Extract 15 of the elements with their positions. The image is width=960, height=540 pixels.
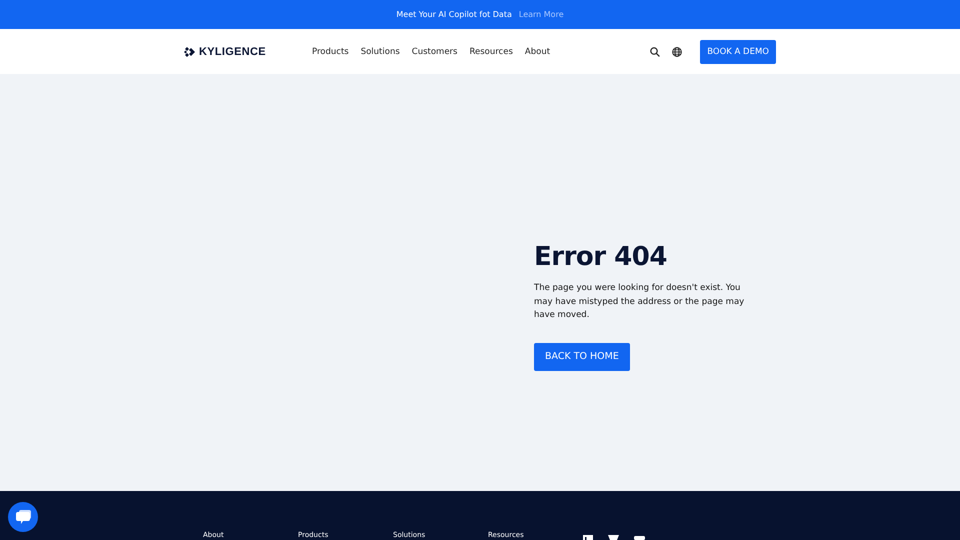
globe-icon[interactable] [672, 46, 682, 56]
search-icon[interactable] [650, 46, 660, 56]
logo-text[interactable]: KYLIGENCE [199, 46, 266, 58]
back-home-button[interactable]: BACK TO HOME [534, 342, 630, 370]
error-message: The page you were looking for doesn't exist. You may have mistyped the address or the page may have moved. [534, 282, 746, 322]
nav-link[interactable]: Resources [469, 46, 513, 56]
nav-link[interactable]: Customers [412, 46, 458, 56]
logo-icon [184, 46, 196, 56]
error-title: Error 404 [534, 242, 668, 272]
book-demo-button[interactable]: BOOK A DEMO [700, 40, 776, 64]
nav-link[interactable]: Products [312, 46, 349, 56]
announcement-text: Meet Your AI Copilot fot Data [396, 10, 512, 19]
nav-link[interactable]: Solutions [360, 46, 400, 56]
chat-bubble-icon [16, 510, 30, 524]
nav-link[interactable]: About [524, 46, 550, 56]
